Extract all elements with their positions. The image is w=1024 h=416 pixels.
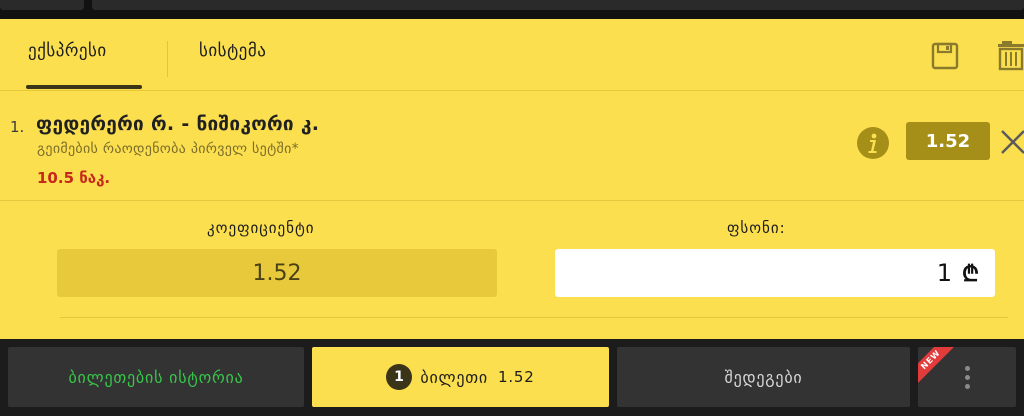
bet-slip-panel: ექსპრესი სისტემა 1. ფედერერი რ. - ნიშიკო… bbox=[0, 19, 1024, 339]
section-divider bbox=[0, 200, 1024, 201]
tab-express[interactable]: ექსპრესი bbox=[28, 41, 107, 61]
stake-value: 1 bbox=[936, 259, 953, 287]
top-bar bbox=[0, 0, 1024, 19]
more-vertical-icon bbox=[964, 365, 970, 389]
currency-symbol: ₾ bbox=[962, 262, 979, 287]
stake-label: ფსონი: bbox=[727, 219, 786, 237]
results-button[interactable]: შედეგები bbox=[617, 347, 910, 407]
stake-input[interactable]: 1 ₾ bbox=[555, 249, 995, 297]
top-bar-segment bbox=[0, 0, 84, 10]
ticket-history-label: ბილეთების ისტორია bbox=[68, 367, 244, 387]
tab-divider bbox=[167, 41, 168, 77]
bet-type-tabs: ექსპრესი სისტემა bbox=[0, 19, 1024, 91]
coefficient-value-text: 1.52 bbox=[252, 260, 302, 286]
section-divider bbox=[60, 317, 1008, 318]
coefficient-value: 1.52 bbox=[57, 249, 497, 297]
coefficient-label: კოეფიციენტი bbox=[207, 219, 315, 237]
info-icon[interactable] bbox=[856, 126, 890, 160]
more-menu-button[interactable]: NEW bbox=[918, 347, 1016, 407]
ticket-button[interactable]: 1 ბილეთი 1.52 bbox=[312, 347, 609, 407]
bet-selection: 10.5 ნაკ. bbox=[37, 169, 111, 187]
tab-system[interactable]: სისტემა bbox=[199, 41, 266, 61]
selection-odds-badge[interactable]: 1.52 bbox=[906, 122, 990, 160]
bet-market: გეიმების რაოდენობა პირველ სეტში* bbox=[37, 141, 299, 157]
save-icon[interactable] bbox=[930, 41, 960, 71]
active-tab-indicator bbox=[26, 85, 142, 89]
bet-match-title: ფედერერი რ. - ნიშიკორი კ. bbox=[36, 113, 320, 135]
top-bar-segment bbox=[92, 0, 1024, 10]
close-icon[interactable] bbox=[1000, 128, 1024, 156]
results-label: შედეგები bbox=[724, 367, 803, 387]
bet-index: 1. bbox=[10, 118, 25, 136]
ticket-count-badge: 1 bbox=[386, 364, 413, 390]
ticket-odds: 1.52 bbox=[498, 368, 535, 386]
bottom-navigation: ბილეთების ისტორია 1 ბილეთი 1.52 შედეგები… bbox=[0, 339, 1024, 416]
ticket-label: ბილეთი bbox=[420, 367, 488, 387]
ticket-history-button[interactable]: ბილეთების ისტორია bbox=[8, 347, 304, 407]
new-badge: NEW bbox=[918, 347, 956, 385]
trash-icon[interactable] bbox=[998, 39, 1024, 71]
